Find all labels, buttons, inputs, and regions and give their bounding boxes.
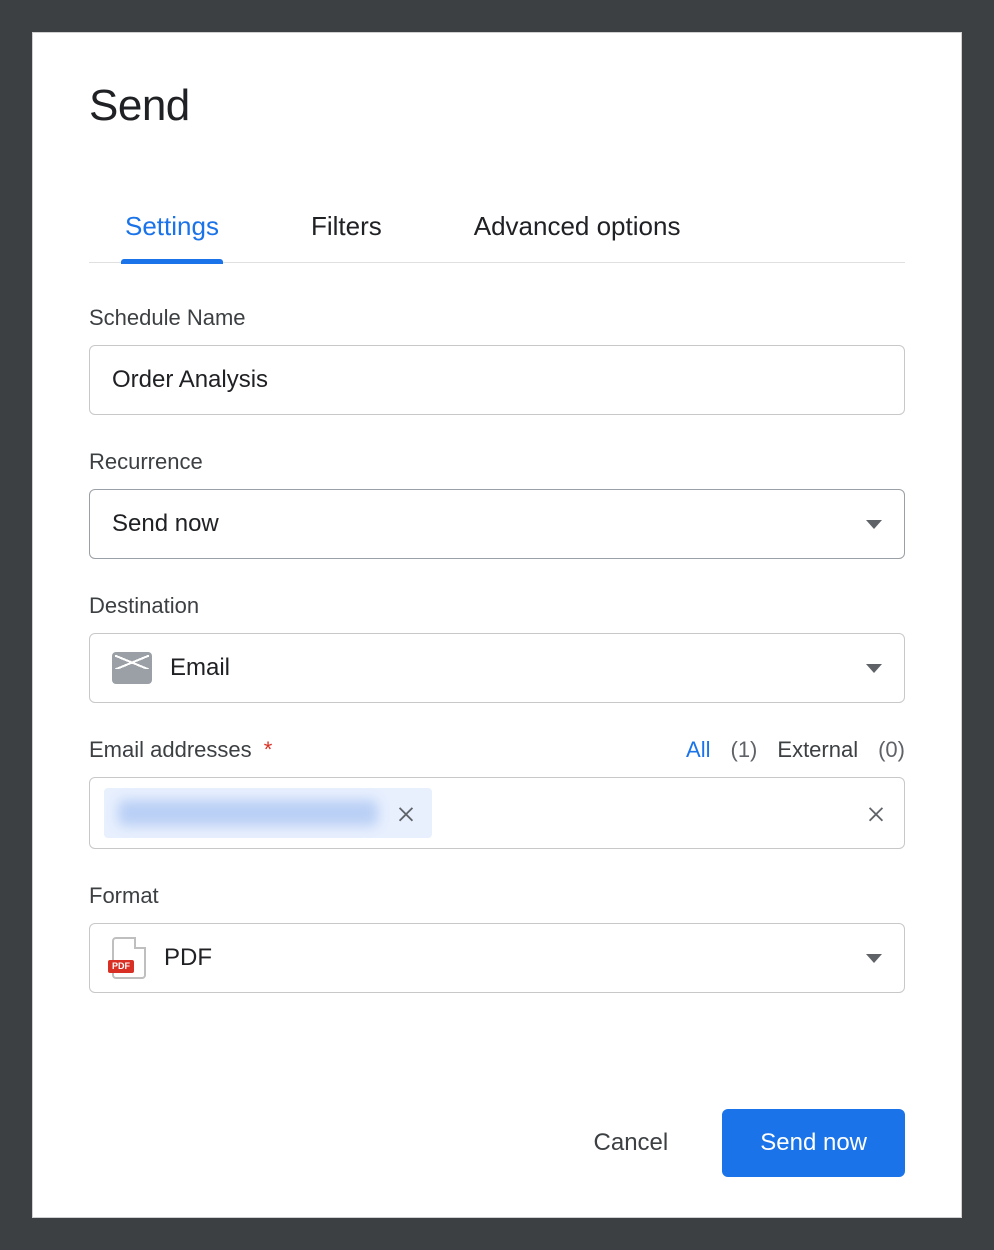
field-recurrence: Recurrence Send now	[89, 449, 905, 559]
destination-select[interactable]: Email	[89, 633, 905, 703]
tabs: Settings Filters Advanced options	[89, 211, 905, 263]
chevron-down-icon	[866, 520, 882, 529]
email-addresses-input[interactable]	[89, 777, 905, 849]
pdf-icon: PDF	[112, 937, 146, 979]
filter-all-count: (1)	[731, 737, 758, 763]
email-chip	[104, 788, 432, 838]
schedule-name-label: Schedule Name	[89, 305, 905, 331]
label-text: Format	[89, 883, 159, 909]
recurrence-select[interactable]: Send now	[89, 489, 905, 559]
field-schedule-name: Schedule Name	[89, 305, 905, 415]
send-dialog: Send Settings Filters Advanced options S…	[32, 32, 962, 1218]
label-text: Destination	[89, 593, 199, 619]
tab-filters[interactable]: Filters	[307, 211, 386, 262]
label-text: Schedule Name	[89, 305, 246, 331]
chip-remove-button[interactable]	[392, 799, 420, 827]
pdf-badge: PDF	[108, 960, 134, 973]
filter-external-count: (0)	[878, 737, 905, 763]
dialog-title: Send	[89, 81, 905, 131]
label-text: Recurrence	[89, 449, 203, 475]
chevron-down-icon	[866, 664, 882, 673]
redacted-email	[118, 800, 378, 826]
tab-advanced-options[interactable]: Advanced options	[470, 211, 685, 262]
email-addresses-label-row: Email addresses * All (1) External (0)	[89, 737, 905, 763]
tab-settings[interactable]: Settings	[121, 211, 223, 262]
field-format: Format PDF PDF	[89, 883, 905, 993]
label-text: Email addresses	[89, 737, 252, 762]
chevron-down-icon	[866, 954, 882, 963]
send-now-button[interactable]: Send now	[722, 1109, 905, 1177]
email-addresses-label: Email addresses *	[89, 737, 272, 763]
destination-value: Email	[170, 654, 230, 682]
schedule-name-input[interactable]	[89, 345, 905, 415]
filter-all[interactable]: All	[686, 737, 710, 763]
email-icon	[112, 652, 152, 684]
field-email-addresses: Email addresses * All (1) External (0)	[89, 737, 905, 849]
recurrence-label: Recurrence	[89, 449, 905, 475]
format-value: PDF	[164, 944, 212, 972]
required-marker: *	[264, 737, 273, 762]
field-destination: Destination Email	[89, 593, 905, 703]
format-label: Format	[89, 883, 905, 909]
close-icon	[395, 802, 417, 824]
filter-external[interactable]: External	[777, 737, 858, 763]
format-select[interactable]: PDF PDF	[89, 923, 905, 993]
dialog-footer: Cancel Send now	[89, 1079, 905, 1177]
cancel-button[interactable]: Cancel	[588, 1128, 675, 1158]
email-filter-row: All (1) External (0)	[686, 737, 905, 763]
close-icon	[865, 802, 887, 824]
recurrence-value: Send now	[112, 510, 219, 538]
clear-all-button[interactable]	[862, 799, 890, 827]
destination-label: Destination	[89, 593, 905, 619]
